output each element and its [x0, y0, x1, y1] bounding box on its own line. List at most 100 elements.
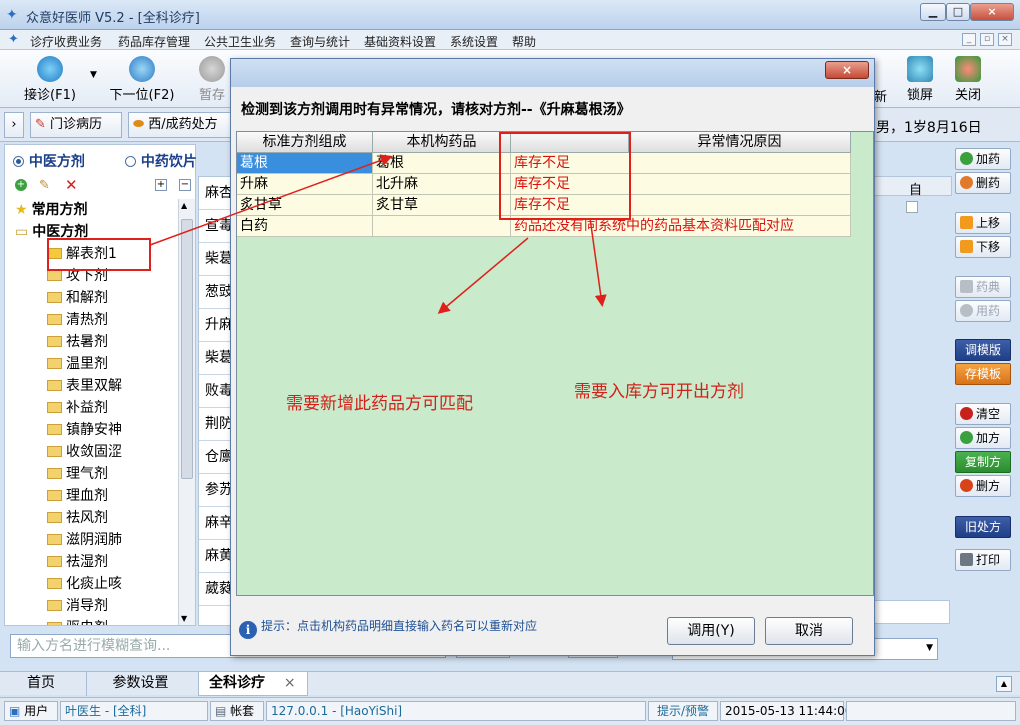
rx-note-field[interactable]	[874, 600, 950, 624]
tab-general-clinic[interactable]: 全科诊疗 ×	[198, 672, 308, 696]
maximize-button[interactable]: □	[946, 3, 970, 21]
menu-drug-inventory[interactable]: 药品库存管理	[118, 33, 190, 50]
menu-query-stats[interactable]: 查询与统计	[290, 33, 350, 50]
move-up-button[interactable]: 上移	[955, 212, 1011, 234]
collapse-all-icon[interactable]: −	[179, 179, 191, 191]
add-drug-button[interactable]: 加药	[955, 148, 1011, 170]
menu-system-settings[interactable]: 系统设置	[450, 33, 498, 50]
tree-item[interactable]: 驱虫剂	[47, 617, 108, 625]
reception-button[interactable]: 接诊(F1)	[14, 52, 86, 106]
minimize-button[interactable]: ▁	[920, 3, 946, 21]
copy-rx-button[interactable]: 复制方	[955, 451, 1011, 473]
menu-clinic-billing[interactable]: 诊疗收费业务	[30, 33, 102, 50]
tab-western-rx[interactable]: ⬬ 西/成药处方	[128, 112, 232, 138]
tree-item[interactable]: 理血剂	[47, 485, 108, 507]
tab-scroll-up-icon[interactable]: ▲	[996, 676, 1012, 692]
tree-item[interactable]: 和解剂	[47, 287, 108, 309]
cell-local-2[interactable]: 炙甘草	[373, 195, 511, 216]
tree-item[interactable]: ★ 常用方剂	[15, 199, 88, 221]
radio-tcm-pieces[interactable]: 中药饮片	[125, 151, 197, 171]
formula-list-item[interactable]: 葱豉	[199, 276, 231, 309]
confirm-call-button[interactable]: 调用(Y)	[667, 617, 755, 645]
mdi-minimize-button[interactable]: _	[962, 33, 976, 46]
tree-item[interactable]: 理气剂	[47, 463, 108, 485]
radio-tcm-formula[interactable]: 中医方剂	[13, 151, 85, 171]
tree-scrollbar[interactable]: ▲ ▼	[178, 199, 195, 625]
add-node-icon[interactable]: +	[15, 179, 27, 191]
tree-item[interactable]: 化痰止咳	[47, 573, 122, 595]
tree-item[interactable]: 消导剂	[47, 595, 108, 617]
self-checkbox[interactable]	[906, 201, 918, 213]
tree-item[interactable]: 镇静安神	[47, 419, 122, 441]
tree-item[interactable]: 表里双解	[47, 375, 122, 397]
formula-list-item[interactable]: 柴葛	[199, 243, 231, 276]
tree-item[interactable]: 温里剂	[47, 353, 108, 375]
folder-icon	[47, 534, 62, 545]
combo-dropdown-icon[interactable]: ▼	[926, 643, 933, 653]
scroll-up-icon[interactable]: ▲	[181, 201, 187, 210]
formula-list-item[interactable]: 宣毒	[199, 210, 231, 243]
delete-node-icon[interactable]: ✕	[65, 176, 78, 194]
cell-local-0[interactable]: 葛根	[373, 153, 511, 174]
move-down-button[interactable]: 下移	[955, 236, 1011, 258]
tab-close-icon[interactable]: ×	[284, 675, 296, 691]
folder-icon	[47, 512, 62, 523]
tree-item[interactable]: 清热剂	[47, 309, 108, 331]
menu-public-health[interactable]: 公共卫生业务	[204, 33, 276, 50]
formula-list-item[interactable]: 败毒	[199, 375, 231, 408]
formula-list-item[interactable]: 麻黄	[199, 540, 231, 573]
close-module-button[interactable]: 关闭	[948, 52, 988, 106]
formula-list-item[interactable]: 柴葛	[199, 342, 231, 375]
mdi-restore-button[interactable]: ▫	[980, 33, 994, 46]
dialog-close-button[interactable]: ×	[825, 61, 869, 79]
expand-all-icon[interactable]: +	[155, 179, 167, 191]
cell-std-2[interactable]: 炙甘草	[237, 195, 373, 216]
save-template-button[interactable]: 存模板	[955, 363, 1011, 385]
adjust-template-button[interactable]: 调模版	[955, 339, 1011, 361]
formula-list-item[interactable]: 升麻	[199, 309, 231, 342]
tree-item[interactable]: 祛湿剂	[47, 551, 108, 573]
formula-list-item[interactable]: 仓廪	[199, 441, 231, 474]
status-alerts[interactable]: 提示/预警	[648, 701, 718, 721]
mdi-close-button[interactable]: ×	[998, 33, 1012, 46]
cell-std-0[interactable]: 葛根	[237, 153, 373, 174]
tab-clinic-record[interactable]: ✎ 门诊病历	[30, 112, 122, 138]
old-rx-button[interactable]: 旧处方	[955, 516, 1011, 538]
tab-home[interactable]: 首页	[6, 672, 76, 696]
tree-item[interactable]: 收敛固涩	[47, 441, 122, 463]
formula-list-item[interactable]: 参苏	[199, 474, 231, 507]
add-rx-button[interactable]: 加方	[955, 427, 1011, 449]
menu-help[interactable]: 帮助	[512, 33, 536, 50]
print-button[interactable]: 打印	[955, 549, 1011, 571]
delete-rx-button[interactable]: 删方	[955, 475, 1011, 497]
edit-node-icon[interactable]: ✎	[39, 178, 50, 193]
pharmacopoeia-button[interactable]: 药典	[955, 276, 1011, 298]
delete-drug-button[interactable]: 删药	[955, 172, 1011, 194]
reception-dropdown-icon[interactable]: ▼	[90, 70, 97, 80]
scroll-thumb[interactable]	[181, 219, 193, 479]
folder-icon	[47, 314, 62, 325]
cell-std-1[interactable]: 升麻	[237, 174, 373, 195]
formula-list-item[interactable]: 麻杏	[199, 177, 231, 210]
formula-list-item[interactable]: 荆防	[199, 408, 231, 441]
lock-screen-button[interactable]: 锁屏	[900, 52, 940, 106]
cancel-button[interactable]: 取消	[765, 617, 853, 645]
formula-list-item[interactable]: 葳蕤	[199, 573, 231, 606]
menu-basic-data[interactable]: 基础资料设置	[364, 33, 436, 50]
clear-button[interactable]: 清空	[955, 403, 1011, 425]
formula-list-item[interactable]: 麻辛	[199, 507, 231, 540]
pause-button[interactable]: 暂存	[192, 52, 232, 106]
cell-local-1[interactable]: 北升麻	[373, 174, 511, 195]
cell-local-3[interactable]	[373, 216, 511, 237]
scroll-down-icon[interactable]: ▼	[181, 614, 187, 623]
close-window-button[interactable]: ×	[970, 3, 1014, 21]
tab-params[interactable]: 参数设置	[86, 672, 194, 696]
next-patient-button[interactable]: 下一位(F2)	[102, 52, 182, 106]
tree-item[interactable]: 祛暑剂	[47, 331, 108, 353]
usage-button[interactable]: 用药	[955, 300, 1011, 322]
tree-item[interactable]: 滋阴润肺	[47, 529, 122, 551]
tree-item[interactable]: 补益剂	[47, 397, 108, 419]
cell-std-3[interactable]: 白药	[237, 216, 373, 237]
tree-item[interactable]: 祛风剂	[47, 507, 108, 529]
tabs-nav-right-button[interactable]: ›	[4, 112, 24, 138]
